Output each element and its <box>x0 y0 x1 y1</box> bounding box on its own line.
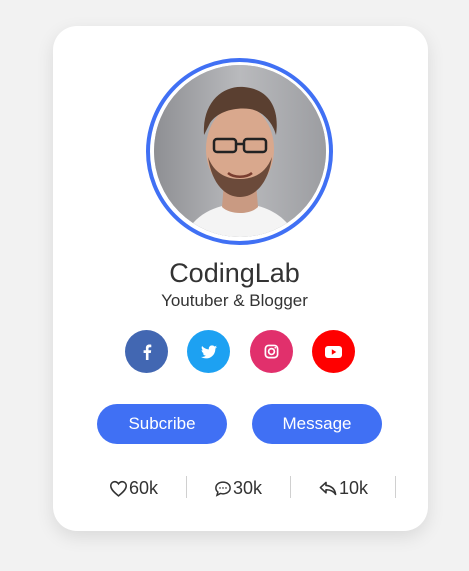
profile-name: CodingLab <box>169 258 300 288</box>
youtube-icon <box>325 345 342 358</box>
stat-divider <box>290 476 291 498</box>
stat-divider <box>395 476 396 498</box>
profile-job: Youtuber & Blogger <box>161 291 308 310</box>
shares-stat[interactable]: 10k <box>318 476 368 500</box>
facebook-link[interactable] <box>125 330 168 373</box>
facebook-icon <box>142 344 152 360</box>
twitter-icon <box>200 344 217 359</box>
reply-icon <box>318 480 339 496</box>
twitter-link[interactable] <box>187 330 230 373</box>
heart-icon <box>109 480 129 497</box>
comments-stat[interactable]: 30k <box>214 476 262 500</box>
subscribe-button[interactable]: Subcribe <box>97 404 227 444</box>
stat-divider <box>186 476 187 498</box>
avatar <box>154 65 326 237</box>
likes-stat[interactable]: 60k <box>109 476 158 500</box>
message-button[interactable]: Message <box>252 404 382 444</box>
youtube-link[interactable] <box>312 330 355 373</box>
likes-count: 60k <box>129 477 159 498</box>
instagram-link[interactable] <box>250 330 293 373</box>
comment-icon <box>214 480 233 497</box>
comments-count: 30k <box>233 477 263 498</box>
shares-count: 10k <box>339 477 369 498</box>
instagram-icon <box>264 344 279 359</box>
